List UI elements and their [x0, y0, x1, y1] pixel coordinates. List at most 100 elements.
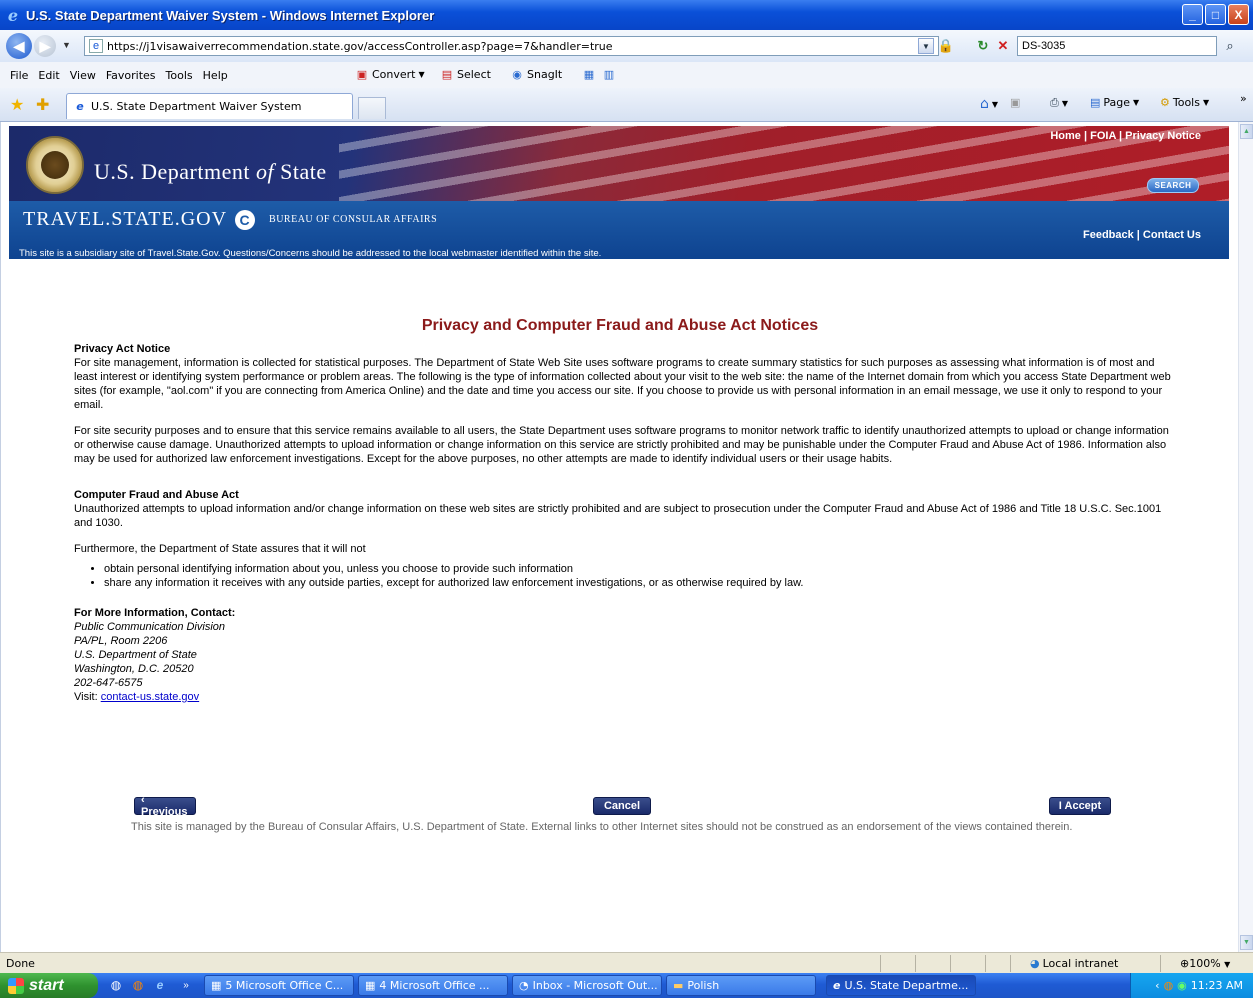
subsidiary-notice: This site is a subsidiary site of Travel… [19, 248, 602, 259]
tools-menu[interactable]: ⚙ Tools ▼ [1160, 96, 1209, 109]
taskbar-item[interactable]: ▬ Polish [666, 975, 816, 996]
bureau-label: BUREAU OF CONSULAR AFFAIRS [269, 214, 438, 225]
folder-icon: ▬ [673, 979, 684, 992]
search-input[interactable]: DS-3035 [1017, 36, 1217, 56]
add-favorites-icon[interactable]: ✚ [36, 95, 49, 115]
lock-icon[interactable]: 🔒 [938, 38, 954, 54]
history-dropdown-icon[interactable]: ▼ [62, 40, 71, 50]
menu-tools[interactable]: Tools [166, 69, 193, 82]
convert-button[interactable]: ▣ Convert ▼ [355, 67, 425, 81]
menu-favorites[interactable]: Favorites [106, 69, 156, 82]
gear-icon: ⚙ [1160, 96, 1170, 109]
select-button[interactable]: ▤ Select [440, 67, 491, 81]
zoom-level: 100% [1189, 957, 1221, 970]
clock[interactable]: 11:23 AM [1191, 979, 1243, 992]
address-dropdown-icon[interactable]: ▼ [918, 38, 934, 54]
taskbar-item-label: 5 Microsoft Office C... [225, 979, 344, 992]
search-icon[interactable]: ⌕ [1222, 36, 1238, 56]
snagit-icon: ◉ [512, 67, 522, 81]
previous-button[interactable]: ‹ Previous [134, 794, 196, 818]
status-text: Done [6, 957, 35, 970]
snagit-window-icon[interactable]: ▦ [582, 67, 596, 81]
print-icon[interactable]: ⎙ ▼ [1050, 96, 1068, 110]
menu-bar: File Edit View Favorites Tools Help ▣ Co… [0, 62, 1253, 89]
close-button[interactable]: X [1228, 4, 1249, 25]
vertical-scrollbar[interactable]: ▲ ▼ [1238, 122, 1253, 952]
convert-icon: ▣ [356, 67, 368, 81]
tab-bar: ★ ✚ e U.S. State Department Waiver Syste… [0, 88, 1253, 122]
site-search-button[interactable]: SEARCH [1147, 178, 1199, 193]
maximize-button[interactable]: □ [1205, 4, 1226, 25]
taskbar-item-label: 4 Microsoft Office ... [379, 979, 490, 992]
taskbar-item-label: Inbox - Microsoft Out... [532, 979, 658, 992]
taskbar-item[interactable]: ◔ Inbox - Microsoft Out... [512, 975, 662, 996]
travel-label: TRAVEL.STATE.GOV [23, 208, 228, 230]
privacy-paragraph-1: For site management, information is coll… [74, 357, 1171, 411]
web-content: Home | FOIA | Privacy Notice U.S. Depart… [0, 122, 1238, 952]
page-menu-label: Page [1103, 96, 1131, 109]
contact-line: U.S. Department of State [74, 649, 197, 661]
start-button[interactable]: start [0, 973, 98, 998]
snagit-button[interactable]: ◉ SnagIt [510, 67, 562, 81]
contact-us-link[interactable]: contact-us.state.gov [101, 691, 199, 703]
back-button[interactable]: ◀ [6, 33, 32, 59]
zoom-control[interactable]: ⊕100% ▼ [1180, 957, 1230, 970]
menu-edit[interactable]: Edit [38, 69, 59, 82]
site-footer: This site is managed by the Bureau of Co… [131, 821, 1073, 833]
chevron-more-icon[interactable]: » [1240, 92, 1247, 105]
tray-icon[interactable]: ◉ [1177, 979, 1187, 992]
quicklaunch-icon[interactable]: ◍ [108, 977, 124, 993]
menu-view[interactable]: View [70, 69, 96, 82]
refresh-icon[interactable]: ↻ [975, 38, 991, 54]
page-menu[interactable]: ▤ Page ▼ [1090, 96, 1139, 109]
travel-state-gov-logo[interactable]: TRAVEL.STATE.GOV C BUREAU OF CONSULAR AF… [23, 208, 437, 231]
favorites-star-icon[interactable]: ★ [10, 95, 24, 115]
status-divider [1160, 955, 1161, 972]
ie-icon: e [833, 979, 841, 992]
window-title: U.S. State Department Waiver System - Wi… [26, 7, 435, 23]
feedback-links[interactable]: Feedback | Contact Us [1083, 229, 1201, 241]
status-divider [950, 955, 951, 972]
address-toolbar: ◀ ▶ ▼ e https://j1visawaiverrecommendati… [0, 30, 1253, 63]
snagit-edit-icon[interactable]: ▥ [602, 67, 616, 81]
quicklaunch-more-icon[interactable]: » [178, 977, 194, 993]
security-zone[interactable]: ◕ Local intranet [1030, 957, 1118, 970]
top-links[interactable]: Home | FOIA | Privacy Notice [1050, 130, 1201, 142]
tray-icon[interactable]: ◍ [1164, 979, 1174, 992]
ie-icon: e [7, 5, 19, 25]
menu-help[interactable]: Help [203, 69, 228, 82]
select-label: Select [457, 67, 491, 81]
minimize-button[interactable]: _ [1182, 4, 1203, 25]
menu-file[interactable]: File [10, 69, 28, 82]
contact-line: Public Communication Division [74, 621, 226, 633]
convert-label: Convert [372, 67, 416, 81]
taskbar-item[interactable]: ▦ 5 Microsoft Office C... [204, 975, 354, 996]
new-tab-button[interactable] [358, 97, 386, 119]
contact-line: 202-647-6575 [74, 677, 143, 689]
forward-button[interactable]: ▶ [34, 35, 56, 57]
assurance-list: obtain personal identifying information … [74, 562, 1179, 590]
quicklaunch-icon[interactable]: ◍ [130, 977, 146, 993]
home-icon[interactable]: ⌂ ▼ [980, 96, 998, 112]
address-url[interactable]: https://j1visawaiverrecommendation.state… [107, 40, 613, 53]
accept-button[interactable]: I Accept [1049, 797, 1111, 815]
dept-prefix: U.S. Department [94, 159, 256, 184]
feeds-icon[interactable]: ▣ [1010, 96, 1020, 109]
taskbar-item[interactable]: e U.S. State Departme... [826, 975, 976, 996]
scroll-up-icon[interactable]: ▲ [1240, 124, 1253, 139]
list-item: share any information it receives with a… [104, 576, 1179, 590]
address-bar[interactable]: e https://j1visawaiverrecommendation.sta… [84, 36, 939, 56]
scroll-down-icon[interactable]: ▼ [1240, 935, 1253, 950]
stop-icon[interactable]: ✕ [995, 38, 1011, 54]
outlook-icon: ◔ [519, 979, 529, 992]
office-icon: ▦ [365, 979, 376, 992]
dept-of: of [255, 159, 275, 184]
cancel-button[interactable]: Cancel [593, 797, 651, 815]
tab-active[interactable]: e U.S. State Department Waiver System [66, 93, 353, 119]
consular-c-icon: C [235, 209, 256, 230]
tray-arrow-icon[interactable]: ‹ [1155, 979, 1159, 992]
taskbar-item[interactable]: ▦ 4 Microsoft Office ... [358, 975, 508, 996]
status-divider [915, 955, 916, 972]
quicklaunch-ie-icon[interactable]: e [152, 977, 168, 993]
zone-label: Local intranet [1042, 957, 1119, 970]
